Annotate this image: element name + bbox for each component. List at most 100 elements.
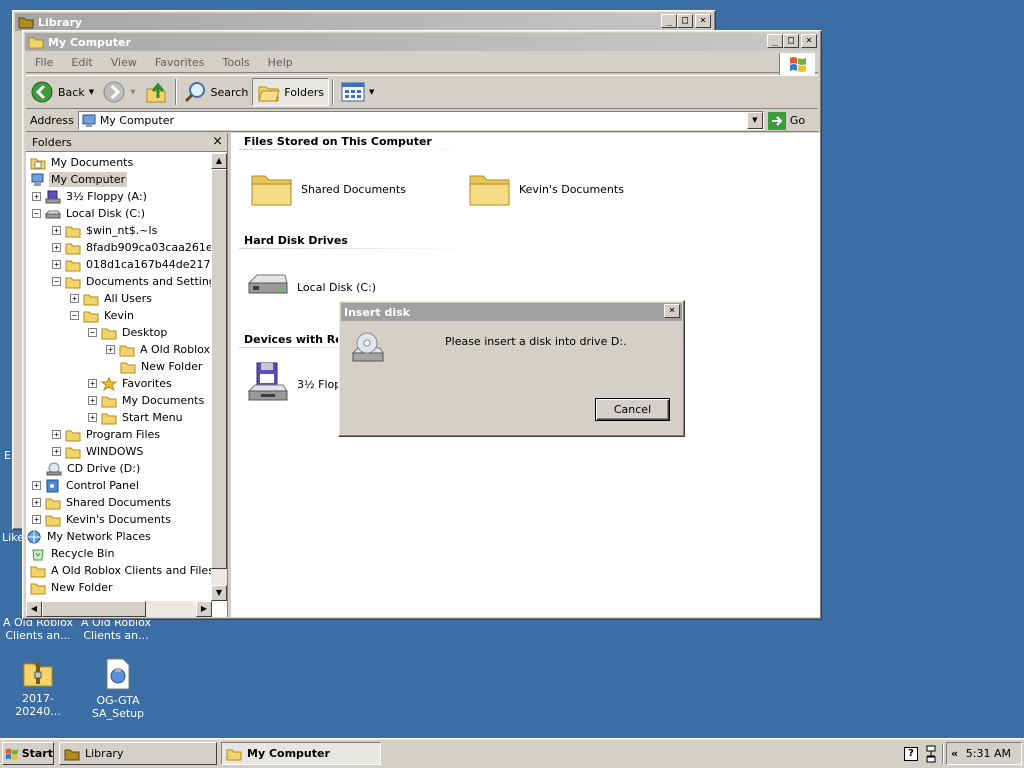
expand-icon[interactable]: + — [32, 481, 41, 490]
scroll-left-button[interactable]: ◀ — [26, 601, 42, 617]
menu-tools[interactable]: Tools — [214, 56, 259, 69]
menu-file[interactable]: File — [26, 56, 62, 69]
folders-button[interactable]: Folders — [252, 78, 330, 106]
minimize-button[interactable]: _ — [661, 14, 677, 28]
tree-item[interactable]: CD Drive (D:) — [46, 460, 142, 477]
scroll-up-button[interactable]: ▲ — [211, 153, 227, 169]
chevron-down-icon[interactable]: ▼ — [89, 88, 94, 96]
task-library[interactable]: Library — [59, 742, 217, 765]
tree-item[interactable]: + Favorites — [88, 375, 174, 392]
tree-item[interactable]: A Old Roblox Clients and Files Zip — [30, 562, 211, 579]
library-titlebar[interactable]: Library — [15, 13, 713, 31]
close-button[interactable]: × — [664, 304, 680, 318]
expand-icon[interactable]: + — [52, 243, 61, 252]
expand-icon[interactable]: + — [52, 447, 61, 456]
expand-icon[interactable]: + — [88, 413, 97, 422]
tree-item[interactable]: + Shared Documents — [32, 494, 173, 511]
network-tray-icon[interactable] — [925, 745, 937, 763]
collapse-icon[interactable]: − — [70, 311, 79, 320]
tree-item[interactable]: +3½ Floppy (A:) — [32, 188, 149, 205]
go-button[interactable]: Go — [767, 111, 805, 130]
tree-item[interactable]: − Documents and Settings — [52, 273, 211, 290]
insert-disk-dialog[interactable]: Insert disk × Please insert a disk into … — [338, 300, 685, 437]
tree-item[interactable]: + Program Files — [52, 426, 162, 443]
tray-collapse-icon[interactable]: « — [951, 747, 958, 760]
expand-icon[interactable]: + — [88, 396, 97, 405]
tree-item[interactable]: + WINDOWS — [52, 443, 145, 460]
item-floppy-drive[interactable]: 3½ Flop — [245, 361, 341, 407]
maximize-button[interactable]: □ — [677, 14, 693, 28]
clock[interactable]: 5:31 AM — [966, 747, 1011, 760]
tree-item[interactable]: + A Old Roblox C — [106, 341, 211, 358]
scroll-thumb-horizontal[interactable] — [42, 601, 146, 617]
item-label: 3½ Flop — [297, 377, 342, 391]
expand-icon[interactable]: + — [88, 379, 97, 388]
close-button[interactable]: × — [801, 34, 817, 48]
address-dropdown-button[interactable]: ▼ — [746, 112, 763, 129]
close-button[interactable]: × — [695, 14, 711, 28]
tree-item[interactable]: + Kevin's Documents — [32, 511, 173, 528]
back-button[interactable]: Back ▼ — [26, 78, 98, 106]
collapse-icon[interactable]: − — [32, 209, 41, 218]
tree-item[interactable]: Recycle Bin — [30, 545, 116, 562]
tree-item[interactable]: − Local Disk (C:) — [32, 205, 147, 222]
expand-icon[interactable]: + — [32, 498, 41, 507]
tree-item[interactable]: + Start Menu — [88, 409, 185, 426]
tree-item[interactable]: + My Documents — [88, 392, 206, 409]
horizontal-scrollbar[interactable]: ◀ ▶ — [26, 601, 212, 617]
tree-item[interactable]: +8fadb909ca03caa261e4d8 — [52, 239, 211, 256]
close-pane-icon[interactable]: × — [212, 134, 223, 149]
expand-icon[interactable]: + — [52, 430, 61, 439]
menu-edit[interactable]: Edit — [62, 56, 101, 69]
expand-icon[interactable]: + — [52, 260, 61, 269]
search-label: Search — [210, 85, 249, 99]
item-kevins-documents[interactable]: Kevin's Documents — [467, 169, 624, 209]
my-computer-titlebar[interactable]: My Computer — [25, 33, 819, 51]
expand-icon[interactable]: + — [32, 515, 41, 524]
help-icon[interactable]: ? — [904, 747, 918, 761]
menu-favorites[interactable]: Favorites — [146, 56, 214, 69]
forward-button[interactable]: ▼ — [98, 78, 139, 106]
address-field[interactable]: My Computer ▼ — [77, 111, 764, 130]
expand-icon[interactable]: + — [52, 226, 61, 235]
vertical-scrollbar[interactable]: ▲ ▼ — [211, 153, 227, 601]
up-button[interactable] — [140, 78, 172, 106]
scroll-thumb[interactable] — [211, 169, 227, 569]
expand-icon[interactable]: + — [32, 192, 41, 201]
views-button[interactable]: ▼ — [337, 78, 378, 106]
minimize-button[interactable]: _ — [767, 34, 783, 48]
scroll-right-button[interactable]: ▶ — [196, 601, 212, 617]
tree-item[interactable]: + All Users — [70, 290, 154, 307]
cancel-button[interactable]: Cancel — [595, 398, 670, 421]
collapse-icon[interactable]: − — [52, 277, 61, 286]
tree-item[interactable]: +018d1ca167b44de21775 — [52, 256, 211, 273]
start-button[interactable]: Start — [2, 742, 54, 765]
tree-item-label: Favorites — [122, 377, 172, 390]
library-caption-buttons: _ □ × — [661, 14, 711, 28]
menu-view[interactable]: View — [102, 56, 146, 69]
tree-item[interactable]: − Kevin — [70, 307, 136, 324]
chevron-down-icon[interactable]: ▼ — [369, 88, 374, 96]
tree-item[interactable]: My Network Places — [26, 528, 153, 545]
menu-help[interactable]: Help — [259, 56, 302, 69]
tree-item[interactable]: + $win_nt$.~ls — [52, 222, 159, 239]
dialog-titlebar[interactable]: Insert disk — [341, 303, 682, 321]
scroll-down-button[interactable]: ▼ — [211, 585, 227, 601]
tree-item[interactable]: My Documents — [30, 154, 135, 171]
task-my-computer[interactable]: My Computer — [221, 742, 381, 765]
folder-tree[interactable]: My Documents My Computer +3½ Floppy (A:) − L… — [26, 153, 211, 601]
expand-icon[interactable]: + — [106, 345, 115, 354]
maximize-button[interactable]: □ — [783, 34, 799, 48]
tree-item[interactable]: My Computer — [30, 171, 128, 188]
tree-item[interactable]: − Desktop — [88, 324, 169, 341]
desktop-icon-zip[interactable]: 2017-20240... — [0, 658, 76, 718]
item-shared-documents[interactable]: Shared Documents — [249, 169, 406, 209]
expand-icon[interactable]: + — [70, 294, 79, 303]
tree-item[interactable]: New Folder — [120, 358, 204, 375]
desktop-icon-gta-setup[interactable]: OG-GTA SA_Setup — [80, 658, 156, 720]
tree-item[interactable]: + Control Panel — [32, 477, 141, 494]
tree-item[interactable]: New Folder — [30, 579, 114, 596]
collapse-icon[interactable]: − — [88, 328, 97, 337]
search-button[interactable]: Search — [180, 78, 253, 106]
chevron-down-icon[interactable]: ▼ — [130, 88, 135, 96]
